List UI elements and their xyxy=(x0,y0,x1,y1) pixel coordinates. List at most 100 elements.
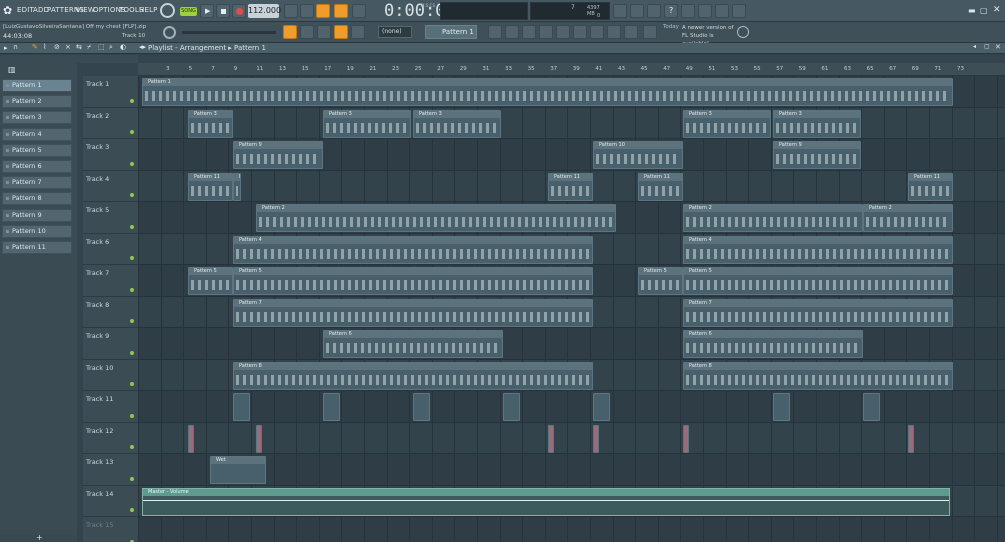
pattern-clip[interactable]: Pattern 3 xyxy=(683,109,771,138)
track-header[interactable]: Track 4 xyxy=(83,171,138,202)
minimize-icon[interactable]: ▬ xyxy=(968,6,976,15)
sample-clip[interactable] xyxy=(773,393,790,421)
maximize-icon[interactable]: ▢ xyxy=(980,6,988,15)
pattern-clip[interactable]: Pattern 1 xyxy=(142,78,953,106)
plugin-picker-button[interactable] xyxy=(573,25,587,39)
help-button[interactable]: ? xyxy=(664,4,678,18)
track-header[interactable]: Track 13 xyxy=(83,454,138,486)
save-button[interactable] xyxy=(681,4,695,18)
sample-clip[interactable] xyxy=(863,393,880,421)
shop-button[interactable] xyxy=(643,25,657,39)
pattern-clip[interactable]: Pattern 11 xyxy=(548,172,593,201)
nav-arrows-icon[interactable]: ◂▸ xyxy=(139,43,146,51)
pattern-item[interactable]: Pattern 5 xyxy=(2,143,72,157)
sample-clip[interactable] xyxy=(188,424,194,453)
track-mute-led[interactable] xyxy=(130,224,134,229)
track-mute-led[interactable] xyxy=(130,508,134,512)
pattern-item[interactable]: Pattern 1 xyxy=(2,79,72,92)
sample-clip[interactable] xyxy=(908,424,914,453)
track-header[interactable]: Track 12 xyxy=(83,423,138,454)
pattern-clip[interactable]: Pattern 7 xyxy=(683,298,953,327)
track-mute-led[interactable] xyxy=(130,476,134,481)
pattern-item[interactable]: Pattern 9 xyxy=(2,208,72,222)
download-button[interactable] xyxy=(732,4,746,18)
pattern-clip[interactable]: Pattern 11 xyxy=(188,172,233,201)
pattern-clip[interactable]: Pattern 11 xyxy=(908,172,953,201)
track-mute-led[interactable] xyxy=(130,193,134,197)
playlist-button[interactable] xyxy=(488,25,502,39)
mixer-button[interactable] xyxy=(630,4,644,18)
track-mute-led[interactable] xyxy=(130,161,134,166)
mute-tool-icon[interactable]: × xyxy=(65,43,71,51)
pattern-clip[interactable]: Pattern 5 xyxy=(233,267,593,295)
step-edit-button[interactable] xyxy=(334,4,348,18)
select-tool-icon[interactable]: ⬚ xyxy=(98,43,105,51)
pattern-clip[interactable]: Pattern 6 xyxy=(323,330,503,358)
loop-record-button[interactable] xyxy=(352,4,366,18)
pattern-clip[interactable]: Pattern 4 xyxy=(233,235,593,264)
pattern-clip[interactable]: Pattern 6 xyxy=(683,330,863,358)
pattern-clip[interactable]: Pattern 8 xyxy=(233,361,593,390)
track-header[interactable]: Track 3 xyxy=(83,139,138,171)
pattern-item[interactable]: Pattern 2 xyxy=(2,95,72,109)
track-lane[interactable] xyxy=(138,422,1005,454)
pitch-knob[interactable] xyxy=(163,26,176,39)
pattern-clip[interactable]: Pattern 3 xyxy=(188,109,233,138)
pattern-clip[interactable]: Pattern 10 xyxy=(593,141,683,169)
stamp-button[interactable] xyxy=(351,25,365,39)
sample-clip[interactable] xyxy=(256,424,262,453)
track-lane[interactable] xyxy=(138,454,1005,486)
track-header[interactable]: Track 9 xyxy=(83,328,138,360)
pattern-clip[interactable]: Pattern 5 xyxy=(188,267,233,295)
fl-logo-icon[interactable]: ✿ xyxy=(3,4,14,17)
channel-select[interactable]: (none) xyxy=(378,26,412,38)
timeline-ruler[interactable]: 3 5 7 9 11 13 15 17 19 21 23 25 27 29 31 33 35 37 39 41 43 45… xyxy=(138,63,1005,76)
pattern-clip[interactable]: Pattern 3 xyxy=(413,109,501,138)
pattern-selector[interactable]: Pattern 1 xyxy=(425,25,477,39)
stop-button[interactable] xyxy=(216,4,230,18)
pattern-clip[interactable]: Pattern 2 xyxy=(863,204,953,232)
track-header[interactable]: Track 8 xyxy=(83,297,138,328)
sample-clip[interactable] xyxy=(503,393,520,421)
metronome-button[interactable] xyxy=(284,4,298,18)
magnet-icon[interactable]: ∩ xyxy=(13,43,18,51)
sample-clip[interactable] xyxy=(593,393,610,421)
browser-button[interactable] xyxy=(556,25,570,39)
channel-rack-button[interactable] xyxy=(522,25,536,39)
menu-edit[interactable]: EDIT xyxy=(17,6,34,14)
pattern-clip[interactable]: Pattern 2 xyxy=(256,204,616,232)
close-icon[interactable]: ✕ xyxy=(993,5,1001,15)
pattern-clip[interactable]: Pattern 8 xyxy=(683,361,953,390)
pattern-clip[interactable]: Pattern 2 xyxy=(683,204,863,232)
arrow-button[interactable] xyxy=(300,25,314,39)
play-arrow-icon[interactable]: ▸ xyxy=(4,44,8,52)
pencil-tool-icon[interactable]: ✎ xyxy=(32,43,38,51)
master-volume-knob[interactable] xyxy=(160,3,175,18)
sample-clip[interactable] xyxy=(413,393,430,421)
piano-roll-button[interactable] xyxy=(505,25,519,39)
track-mute-led[interactable] xyxy=(130,350,134,355)
pattern-item[interactable]: Pattern 8 xyxy=(2,192,72,206)
track-lane[interactable] xyxy=(138,328,1005,360)
pattern-item[interactable]: Pattern 3 xyxy=(2,111,72,125)
slice-tool-icon[interactable]: ⌿ xyxy=(87,43,91,52)
delete-tool-icon[interactable]: ⊘ xyxy=(54,43,60,51)
sample-clip[interactable] xyxy=(323,393,340,421)
pattern-item[interactable]: Pattern 6 xyxy=(2,160,72,173)
track-header[interactable]: Track 7 xyxy=(83,265,138,297)
track-header[interactable]: Track 11 xyxy=(83,391,138,423)
track-mute-led[interactable] xyxy=(130,256,134,260)
song-mode-toggle[interactable]: SONG xyxy=(180,7,197,16)
track-header[interactable]: Track 10 xyxy=(83,360,138,391)
track-lane[interactable] xyxy=(138,107,1005,139)
track-lane[interactable] xyxy=(138,517,1005,542)
picker-piano-icon[interactable]: ▥ xyxy=(8,65,16,74)
audio-clip[interactable]: Wet xyxy=(210,456,266,484)
countdown-button[interactable] xyxy=(316,4,330,18)
playlist-maximize-icon[interactable]: ▢ xyxy=(984,43,990,50)
sample-clip[interactable] xyxy=(593,424,599,453)
track-mute-led[interactable] xyxy=(130,382,134,386)
slip-tool-icon[interactable]: ⇆ xyxy=(76,43,82,51)
track-mute-led[interactable] xyxy=(130,98,134,103)
pattern-clip[interactable]: Pattern 9 xyxy=(773,141,861,169)
